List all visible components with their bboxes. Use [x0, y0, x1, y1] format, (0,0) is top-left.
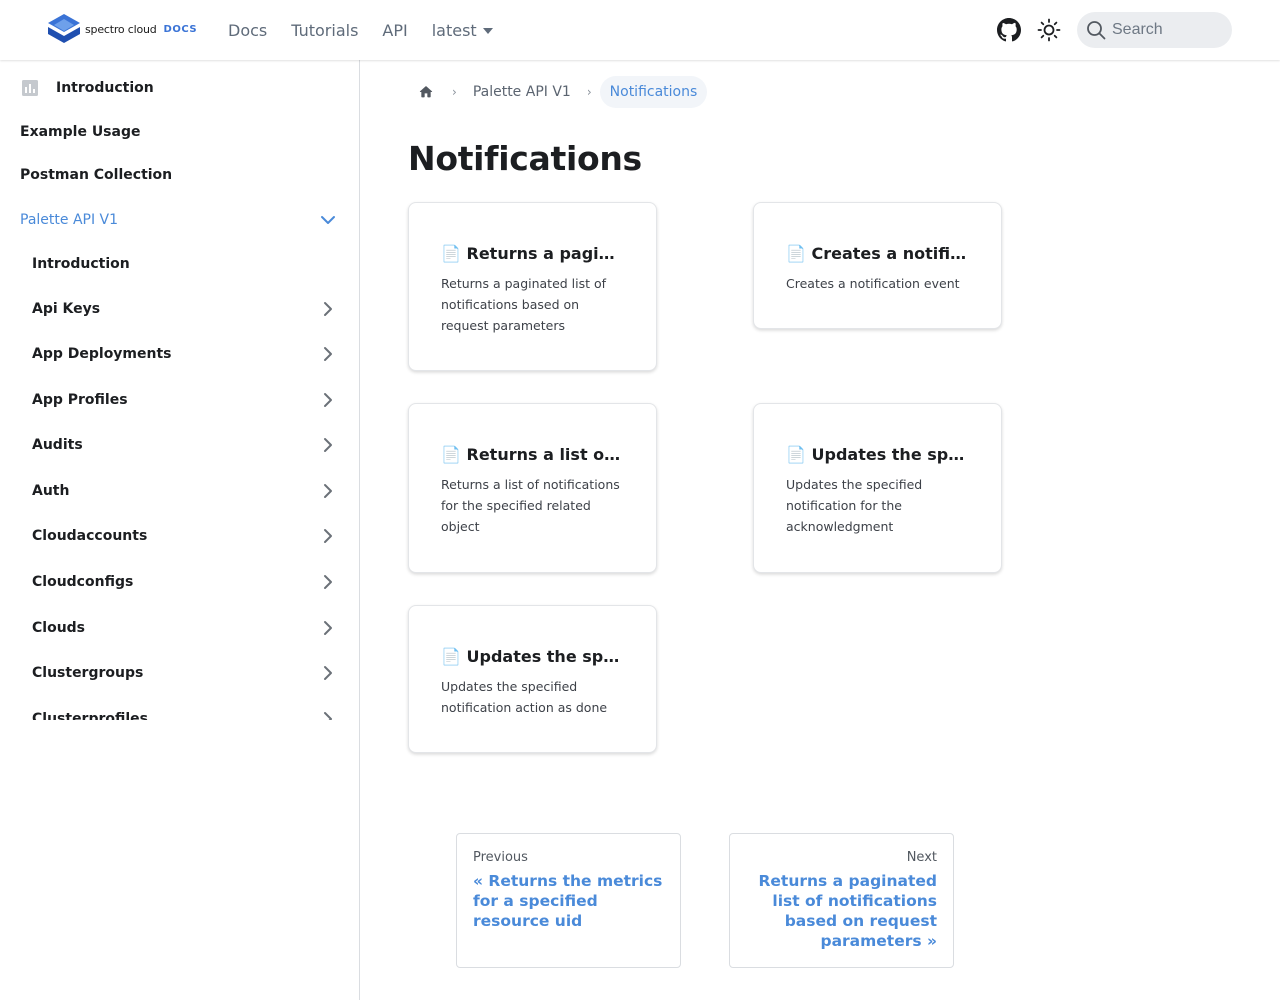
- document-icon: [22, 80, 38, 96]
- card-description: Updates the specified notification actio…: [441, 679, 608, 715]
- navbar: spectro cloud DOCS Docs Tutorials API la…: [0, 0, 1280, 60]
- sidebar-item-label: Audits: [32, 437, 83, 453]
- pagination-next[interactable]: Next Returns a paginated list of notific…: [729, 833, 954, 968]
- sidebar-item-palette-api-v1[interactable]: Palette API V1: [20, 204, 340, 236]
- chevron-right-icon[interactable]: [320, 483, 336, 499]
- sidebar-item-label: Example Usage: [20, 124, 141, 140]
- breadcrumb-current: Notifications: [599, 76, 708, 108]
- sidebar-item-label: Clustergroups: [32, 665, 144, 681]
- card-description: Updates the specified notification for t…: [786, 477, 923, 534]
- spectro-cloud-logo-icon: [48, 14, 80, 43]
- version-label: latest: [431, 20, 477, 40]
- card-action-done[interactable]: 📄 Updates the specified notification act…: [408, 605, 657, 753]
- breadcrumb-separator-icon: ›: [452, 85, 457, 99]
- sidebar-item-audits[interactable]: Audits: [32, 429, 340, 461]
- sidebar-item-label: Introduction: [56, 80, 154, 96]
- sidebar-scroll-area[interactable]: Introduction Example Usage Postman Colle…: [0, 60, 359, 720]
- sidebar-item-app-profiles[interactable]: App Profiles: [32, 384, 340, 416]
- sun-theme-toggle-icon[interactable]: [1037, 18, 1061, 42]
- card-description: Returns a paginated list of notification…: [441, 276, 607, 333]
- nav-link-docs[interactable]: Docs: [228, 21, 267, 40]
- sidebar-item-cloudconfigs[interactable]: Cloudconfigs: [32, 566, 340, 598]
- chevron-right-icon[interactable]: [320, 392, 336, 408]
- chevron-right-icon[interactable]: [320, 301, 336, 317]
- brand-logo[interactable]: spectro cloud DOCS: [48, 14, 197, 44]
- breadcrumb: › Palette API V1 › Notifications: [408, 76, 708, 108]
- card-title: 📄 Creates a notification event: [786, 244, 969, 263]
- card-create-notification[interactable]: 📄 Creates a notification event Creates a…: [753, 202, 1002, 329]
- pagination-previous-sublabel: Previous: [473, 850, 528, 865]
- chevron-right-icon[interactable]: [320, 711, 336, 720]
- search-button[interactable]: Search: [1077, 12, 1232, 48]
- sidebar-item-label: App Profiles: [32, 392, 128, 408]
- chevron-right-icon[interactable]: [320, 437, 336, 453]
- sidebar-item-label: Clusterprofiles: [32, 711, 149, 720]
- card-title: 📄 Updates the specified notification act…: [441, 647, 624, 666]
- sidebar-item-label: Postman Collection: [20, 167, 173, 183]
- nav-right: Search: [997, 12, 1232, 48]
- nav-link-api[interactable]: API: [382, 21, 407, 40]
- brand-docs-label: DOCS: [163, 23, 198, 35]
- sidebar-item-label: Clouds: [32, 620, 86, 636]
- sidebar-item-label: Cloudaccounts: [32, 528, 148, 544]
- sidebar-item-introduction[interactable]: Introduction: [20, 72, 340, 104]
- sidebar-item-app-deployments[interactable]: App Deployments: [32, 338, 340, 370]
- chevron-right-icon[interactable]: [320, 528, 336, 544]
- sidebar-item-cloudaccounts[interactable]: Cloudaccounts: [32, 520, 340, 552]
- chevron-down-icon[interactable]: [320, 212, 336, 228]
- card-related-notifications[interactable]: 📄 Returns a list of notifications for th…: [408, 403, 657, 573]
- sidebar-item-clusterprofiles[interactable]: Clusterprofiles: [32, 703, 340, 720]
- sidebar-item-clouds[interactable]: Clouds: [32, 612, 340, 644]
- sidebar-item-label: Introduction: [32, 256, 130, 272]
- card-list-notifications[interactable]: 📄 Returns a paginated list of notificati…: [408, 202, 657, 371]
- card-title: 📄 Updates the specified notification for…: [786, 445, 969, 464]
- chevron-right-icon[interactable]: [320, 620, 336, 636]
- breadcrumb-palette-api-v1[interactable]: Palette API V1: [465, 84, 579, 100]
- sidebar-item-label: Auth: [32, 483, 70, 499]
- sidebar-item-label: Api Keys: [32, 301, 101, 317]
- pagination-next-sublabel: Next: [906, 850, 937, 865]
- card-ack-notification[interactable]: 📄 Updates the specified notification for…: [753, 403, 1002, 573]
- pagination-previous[interactable]: Previous « Returns the metrics for a spe…: [456, 833, 681, 968]
- sidebar-item-api-keys[interactable]: Api Keys: [32, 293, 340, 325]
- sidebar-item-label: Palette API V1: [20, 212, 119, 228]
- card-description: Creates a notification event: [786, 276, 960, 291]
- sidebar: Introduction Example Usage Postman Colle…: [0, 60, 360, 1000]
- chevron-right-icon[interactable]: [320, 574, 336, 590]
- page-title: Notifications: [408, 139, 642, 178]
- brand-name: spectro cloud: [85, 22, 157, 36]
- chevron-right-icon[interactable]: [320, 665, 336, 681]
- breadcrumb-home[interactable]: [408, 76, 444, 108]
- card-title: 📄 Returns a list of notifications for th…: [441, 445, 624, 464]
- home-icon: [419, 86, 433, 98]
- sidebar-item-clustergroups[interactable]: Clustergroups: [32, 657, 340, 689]
- pagination-previous-label: « Returns the metrics for a specified re…: [473, 872, 663, 930]
- sidebar-item-label: Cloudconfigs: [32, 574, 134, 590]
- github-icon[interactable]: [997, 18, 1021, 42]
- breadcrumb-separator-icon: ›: [586, 85, 592, 99]
- card-title: 📄 Returns a paginated list of notificati…: [441, 244, 624, 263]
- sidebar-item-v1-introduction[interactable]: Introduction: [32, 248, 340, 280]
- chevron-right-icon[interactable]: [320, 346, 336, 362]
- caret-down-icon: [482, 28, 493, 34]
- sidebar-item-auth[interactable]: Auth: [32, 475, 340, 507]
- sidebar-item-label: App Deployments: [32, 346, 172, 362]
- search-placeholder: Search: [1112, 21, 1163, 38]
- nav-link-tutorials[interactable]: Tutorials: [291, 21, 358, 40]
- pagination-next-label: Returns a paginated list of notification…: [758, 872, 937, 950]
- nav-links: Docs Tutorials API latest: [228, 0, 517, 60]
- sidebar-item-postman-collection[interactable]: Postman Collection: [20, 159, 340, 191]
- sidebar-item-example-usage[interactable]: Example Usage: [20, 116, 340, 148]
- version-dropdown[interactable]: latest: [432, 21, 493, 40]
- search-icon: [1087, 21, 1106, 40]
- card-description: Returns a list of notifications for the …: [441, 477, 620, 534]
